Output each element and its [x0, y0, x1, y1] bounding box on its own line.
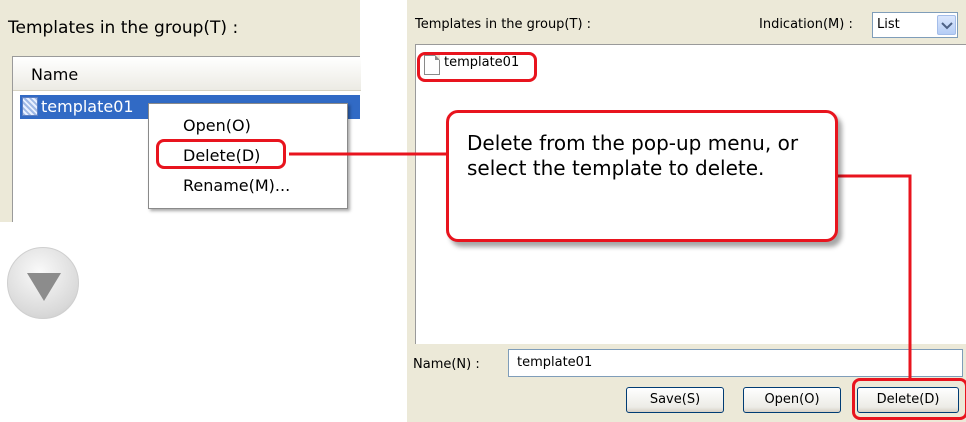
menu-item-open[interactable]: Open(O) — [183, 116, 251, 135]
name-input-value: template01 — [517, 355, 593, 370]
template-item-highlight — [417, 52, 537, 82]
indication-select[interactable]: List — [872, 12, 958, 38]
indication-label: Indication(M) : — [759, 17, 853, 32]
menu-item-rename[interactable]: Rename(M)... — [183, 176, 290, 195]
indication-value: List — [877, 17, 900, 32]
right-panel-header: Templates in the group(T) : — [415, 17, 592, 32]
name-input[interactable]: template01 — [508, 349, 963, 377]
chevron-down-icon[interactable] — [937, 15, 956, 35]
instruction-callout: Delete from the pop-up menu, or select t… — [446, 110, 838, 242]
name-label: Name(N) : — [413, 357, 480, 372]
column-header-label: Name — [31, 65, 79, 84]
down-arrow-icon — [7, 247, 79, 319]
list-item-label: template01 — [41, 97, 134, 116]
open-button[interactable]: Open(O) — [743, 387, 841, 413]
delete-menu-highlight — [156, 139, 286, 169]
delete-button-highlight — [852, 378, 966, 420]
callout-text: Delete from the pop-up menu, or select t… — [467, 131, 799, 180]
column-header-name[interactable]: Name — [13, 57, 361, 91]
template-file-icon — [22, 97, 38, 116]
save-button[interactable]: Save(S) — [626, 387, 724, 413]
left-panel-header: Templates in the group(T) : — [8, 18, 239, 38]
